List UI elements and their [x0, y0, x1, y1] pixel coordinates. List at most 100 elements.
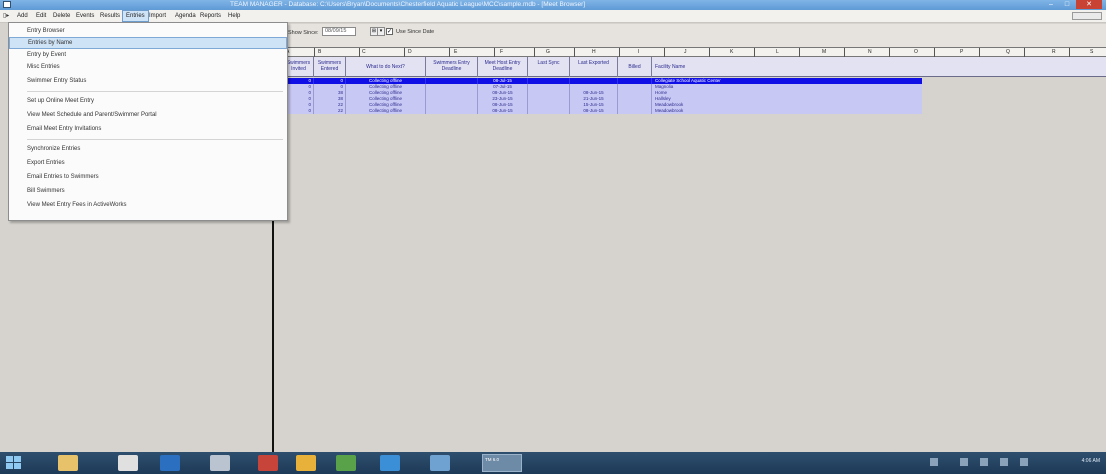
ruler-label: S — [1090, 49, 1094, 55]
ruler-label: O — [914, 49, 918, 55]
table-row[interactable]: 0 22 Collecting offline 08-Jun-15 08-Jun… — [274, 108, 922, 114]
menu-results[interactable]: Results — [97, 10, 123, 22]
show-since-date-field[interactable]: 08/09/15 — [322, 27, 356, 36]
menu-item-setup-online-entry[interactable]: Set up Online Meet Entry — [9, 95, 287, 107]
column-header-swimmers-entered[interactable]: Swimmers Entered — [314, 57, 346, 77]
close-button[interactable]: ✕ — [1076, 0, 1102, 9]
minimize-button[interactable]: – — [1044, 0, 1058, 9]
ruler-tick — [709, 48, 710, 57]
ruler-label: I — [638, 49, 640, 55]
windows-start-icon[interactable] — [6, 456, 22, 470]
menu-entries[interactable]: Entries — [122, 10, 149, 22]
menu-separator — [27, 139, 283, 140]
ruler-label: P — [960, 49, 964, 55]
app-icon[interactable] — [3, 1, 11, 8]
window-title: TEAM MANAGER - Database: C:\Users\Bryan\… — [230, 1, 586, 8]
column-header-billed[interactable]: Billed — [618, 57, 652, 77]
ruler-label: H — [592, 49, 596, 55]
ruler-label: L — [776, 49, 779, 55]
ruler-tick — [844, 48, 845, 57]
ruler-label: E — [454, 49, 458, 55]
meet-grid-header: Swimmers Invited Swimmers Entered What t… — [274, 57, 1106, 77]
menu-item-email-entries[interactable]: Email Entries to Swimmers — [9, 171, 287, 183]
internet-explorer-icon[interactable] — [380, 455, 400, 471]
menu-events[interactable]: Events — [73, 10, 97, 22]
ruler-tick — [619, 48, 620, 57]
ruler-tick — [574, 48, 575, 57]
column-header-last-sync[interactable]: Last Sync — [528, 57, 570, 77]
taskbar: TM 6.0 4:06 AM — [0, 452, 1106, 474]
use-since-date-checkbox[interactable]: ✓ — [386, 28, 393, 35]
app-red-icon[interactable] — [258, 455, 278, 471]
app-chart-icon[interactable] — [160, 455, 180, 471]
ruler-tick — [449, 48, 450, 57]
app-disk-icon[interactable] — [210, 455, 230, 471]
ruler-tick — [1069, 48, 1070, 57]
ruler-tick — [359, 48, 360, 57]
cell-host-deadline: 08-Jun-15 — [478, 108, 528, 114]
entries-menu-dropdown: Entry Browser Entries by Name Entry by E… — [8, 22, 288, 221]
firefox-icon[interactable] — [296, 455, 316, 471]
cell-facility-name: Meadowbrook — [655, 108, 684, 113]
column-header-facility-name[interactable]: Facility Name — [652, 57, 1106, 77]
menu-agenda[interactable]: Agenda — [172, 10, 199, 22]
file-explorer-icon[interactable] — [58, 455, 78, 471]
ruler-tick — [664, 48, 665, 57]
cell-swimmers-deadline — [426, 108, 478, 114]
ruler-label: D — [408, 49, 412, 55]
menu-add[interactable]: Add — [14, 10, 31, 22]
ruler-label: B — [318, 49, 322, 55]
cell-billed — [618, 108, 652, 114]
app-window-icon[interactable] — [430, 455, 450, 471]
menu-item-swimmer-entry-status[interactable]: Swimmer Entry Status — [9, 75, 287, 87]
ruler-tick — [934, 48, 935, 57]
ruler-label: G — [546, 49, 550, 55]
excel-icon[interactable] — [118, 455, 138, 471]
system-menu-icon[interactable]: ▯▸ — [3, 12, 9, 19]
system-tray-icons — [930, 458, 1050, 468]
ruler-tick — [534, 48, 535, 57]
ruler-tick — [754, 48, 755, 57]
chrome-icon[interactable] — [336, 455, 356, 471]
maximize-button[interactable]: □ — [1060, 0, 1074, 9]
ruler-label: M — [822, 49, 827, 55]
ruler-tick — [494, 48, 495, 57]
menu-reports[interactable]: Reports — [197, 10, 224, 22]
show-since-label: Show Since: — [288, 30, 319, 36]
menu-edit[interactable]: Edit — [33, 10, 49, 22]
menu-item-view-meet-schedule[interactable]: View Meet Schedule and Parent/Swimmer Po… — [9, 109, 287, 121]
menu-item-entry-browser[interactable]: Entry Browser — [9, 25, 287, 37]
column-header-next-step[interactable]: What to do Next? — [346, 57, 426, 77]
use-since-date-label: Use Since Date — [396, 29, 435, 35]
menu-item-entries-by-name[interactable]: Entries by Name — [9, 37, 287, 49]
mdi-window-controls[interactable] — [1072, 12, 1102, 20]
menu-item-synchronize-entries[interactable]: Synchronize Entries — [9, 143, 287, 155]
menu-import[interactable]: Import — [146, 10, 169, 22]
column-ruler: A B C D E F G H I J K L M N O P Q R S — [274, 47, 1106, 57]
menu-item-entry-by-event[interactable]: Entry by Event — [9, 49, 287, 61]
column-header-host-deadline[interactable]: Meet Host Entry Deadline — [478, 57, 528, 77]
taskbar-clock[interactable]: 4:06 AM — [1082, 458, 1100, 464]
ruler-label: R — [1052, 49, 1056, 55]
column-header-last-exported[interactable]: Last Exported — [570, 57, 618, 77]
menu-item-view-entry-fees[interactable]: View Meet Entry Fees in ActiveWorks — [9, 199, 287, 211]
ruler-tick — [979, 48, 980, 57]
date-dropdown-icon[interactable]: ▾ — [377, 27, 385, 36]
menu-item-export-entries[interactable]: Export Entries — [9, 157, 287, 169]
menu-delete[interactable]: Delete — [50, 10, 73, 22]
cell-swimmers-entered: 22 — [314, 108, 346, 114]
menu-item-email-invitations[interactable]: Email Meet Entry Invitations — [9, 123, 287, 135]
column-header-swimmers-deadline[interactable]: Swimmers Entry Deadline — [426, 57, 478, 77]
column-header-swimmers-invited[interactable]: Swimmers Invited — [284, 57, 314, 77]
menu-help[interactable]: Help — [225, 10, 243, 22]
ruler-tick — [404, 48, 405, 57]
menu-item-misc-entries[interactable]: Misc Entries — [9, 61, 287, 73]
menu-item-bill-swimmers[interactable]: Bill Swimmers — [9, 185, 287, 197]
ruler-label: K — [730, 49, 734, 55]
cell-swimmers-invited: 0 — [284, 108, 314, 114]
ruler-label: C — [362, 49, 366, 55]
cell-next-step: Collecting offline — [346, 108, 426, 114]
active-app-team-manager[interactable]: TM 6.0 — [482, 454, 522, 472]
ruler-label: F — [500, 49, 504, 55]
ruler-tick — [314, 48, 315, 57]
